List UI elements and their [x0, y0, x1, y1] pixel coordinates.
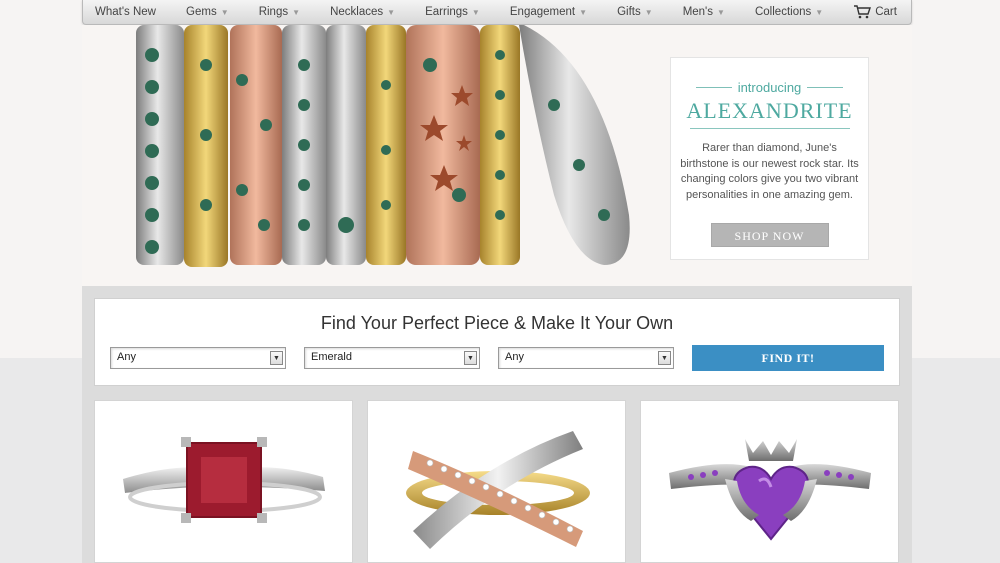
product-card[interactable] [367, 400, 626, 563]
nav-engagement[interactable]: Engagement ▼ [510, 6, 587, 18]
nav-label: Men's [682, 6, 714, 18]
nav-mens[interactable]: Men's ▼ [683, 6, 725, 18]
nav-label: Gems [186, 6, 217, 18]
chevron-down-icon: ▼ [658, 351, 671, 365]
nav-collections[interactable]: Collections ▼ [755, 6, 823, 18]
nav-label: Gifts [617, 6, 641, 18]
jewelry-finder: Find Your Perfect Piece & Make It Your O… [94, 298, 900, 386]
nav-label: Rings [258, 6, 289, 18]
nav-label: Necklaces [330, 6, 384, 18]
nav-rings[interactable]: Rings ▼ [259, 6, 300, 18]
shop-now-button[interactable]: SHOP NOW [710, 223, 829, 247]
cart-link[interactable]: Cart [853, 5, 897, 19]
nav-earrings[interactable]: Earrings ▼ [425, 6, 480, 18]
nav-label: Collections [754, 6, 812, 18]
crossover-rings-image [406, 431, 590, 549]
nav-whats-new[interactable]: What's New [95, 6, 156, 18]
chevron-down-icon: ▼ [292, 7, 301, 17]
chevron-down-icon: ▼ [270, 351, 283, 365]
nav-label: What's New [95, 6, 156, 18]
hero-banner: introducing ALEXANDRITE Rarer than diamo… [82, 25, 912, 286]
chevron-down-icon: ▼ [579, 7, 588, 17]
select-value: Any [505, 351, 524, 363]
nav-necklaces[interactable]: Necklaces ▼ [330, 6, 395, 18]
metal-select[interactable]: Any ▼ [498, 347, 674, 369]
promo-intro-text: introducing [737, 80, 802, 95]
category-select[interactable]: Any ▼ [110, 347, 286, 369]
divider [807, 87, 844, 88]
product-card[interactable] [640, 400, 899, 563]
chevron-down-icon: ▼ [220, 7, 229, 17]
nav-gifts[interactable]: Gifts ▼ [617, 6, 653, 18]
amethyst-claddagh-ring-image [669, 439, 871, 541]
chevron-down-icon: ▼ [471, 7, 480, 17]
chevron-down-icon: ▼ [387, 7, 396, 17]
chevron-down-icon: ▼ [815, 7, 824, 17]
chevron-down-icon: ▼ [717, 7, 725, 17]
divider [695, 87, 732, 88]
cart-label: Cart [875, 6, 897, 18]
promo-description: Rarer than diamond, June's birthstone is… [680, 142, 859, 201]
chevron-down-icon: ▼ [644, 7, 653, 17]
cart-icon [854, 5, 872, 19]
stacked-rings-image[interactable] [134, 25, 634, 286]
finder-section: Find Your Perfect Piece & Make It Your O… [82, 286, 912, 563]
find-it-button[interactable]: FIND IT! [692, 345, 884, 371]
promo-title: ALEXANDRITE [686, 98, 853, 123]
divider [689, 128, 850, 129]
nav-gems[interactable]: Gems ▼ [186, 6, 229, 18]
ruby-princess-ring-image [123, 437, 325, 523]
nav-label: Earrings [425, 6, 468, 18]
gemstone-select[interactable]: Emerald ▼ [304, 347, 480, 369]
chevron-down-icon: ▼ [464, 351, 477, 365]
promo-intro: introducing [671, 80, 868, 95]
alexandrite-promo: introducing ALEXANDRITE Rarer than diamo… [670, 57, 869, 260]
product-card[interactable] [94, 400, 353, 563]
finder-title: Find Your Perfect Piece & Make It Your O… [320, 313, 674, 333]
select-value: Emerald [311, 351, 352, 363]
select-value: Any [117, 351, 136, 363]
nav-label: Engagement [509, 6, 576, 18]
main-nav: What's New Gems ▼ Rings ▼ Necklaces ▼ Earri… [82, 0, 912, 25]
